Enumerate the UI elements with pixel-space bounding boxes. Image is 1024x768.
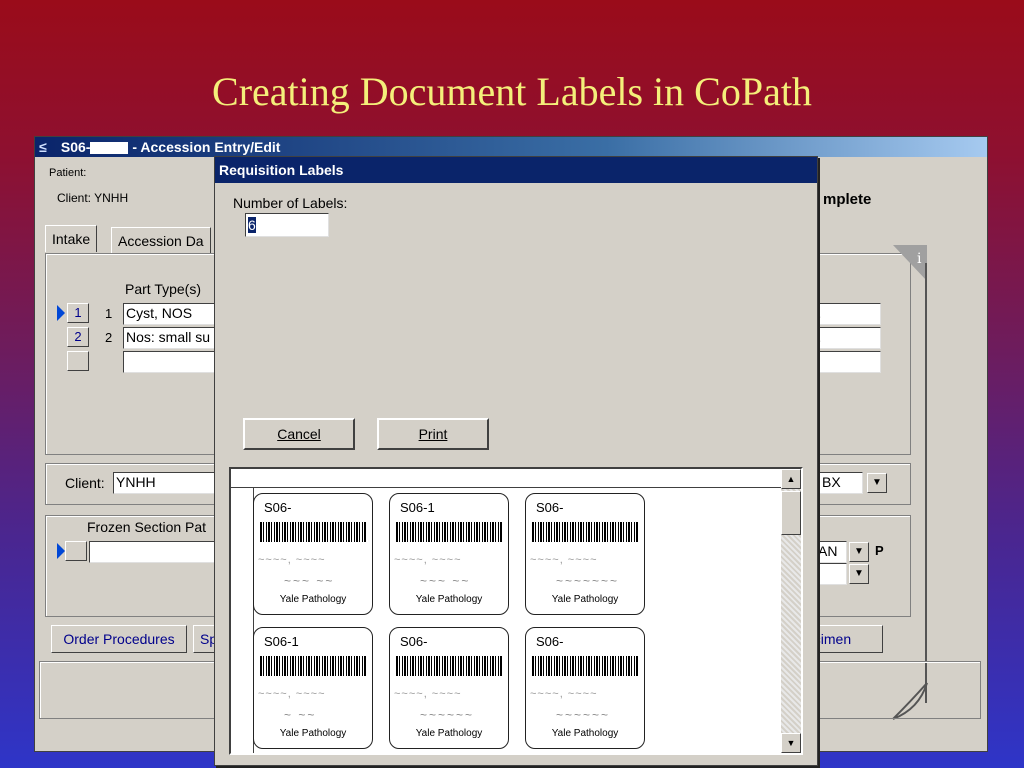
label-mrn-redacted: ~~~ ~~ [284,574,335,588]
patient-label: Patient: [49,167,87,179]
part-row-button-2[interactable]: 2 [67,327,89,347]
label-org: Yale Pathology [415,728,483,739]
tab-accession-data[interactable]: Accession Da [111,227,211,254]
client-header: Client: YNHH [57,191,128,205]
redaction-mask [90,142,129,155]
right-dropdown-3[interactable] [815,563,847,585]
frozen-section-field[interactable] [89,541,219,563]
label-card: S06-1 ~~~~, ~~~~ ~~~ ~~ Yale Pathology [389,493,509,615]
print-button-label: Print [418,426,448,442]
label-mrn-redacted: ~~~~~~ [556,708,611,722]
part-row-button-3[interactable] [67,351,89,371]
client-header-value: YNHH [94,191,129,205]
label-accession: S06- [536,634,564,649]
frozen-row-arrow-icon [57,543,65,559]
preview-scrollbar[interactable]: ▲ ▼ [781,469,801,753]
part-type-field-1[interactable]: Cyst, NOS [123,303,223,325]
label-card: S06- ~~~~, ~~~~ ~~~~~~ Yale Pathology [389,627,509,749]
order-procedures-button[interactable]: Order Procedures [51,625,187,653]
label-mrn-redacted: ~ ~~ [284,708,317,722]
number-of-labels-label: Number of Labels: [233,195,348,211]
label-name-redacted: ~~~~, ~~~~ [530,554,598,566]
barcode-icon [260,522,366,542]
part-row-button-1[interactable]: 1 [67,303,89,323]
window-title-suffix: - Accession Entry/Edit [128,139,281,155]
slide-title: Creating Document Labels in CoPath [212,69,812,114]
requisition-labels-dialog: Requisition Labels Number of Labels: 6 C… [214,156,818,766]
label-org: Yale Pathology [551,728,619,739]
label-mrn-redacted: ~~~ ~~ [420,574,471,588]
right-dropdown-2[interactable]: AN [815,541,847,563]
frozen-row-button[interactable] [65,541,87,561]
print-button[interactable]: Print [377,418,489,450]
label-preview[interactable]: S06- ~~~~, ~~~~ ~~~ ~~ Yale Pathology S0… [229,467,803,755]
right-dropdown-3-arrow-icon[interactable]: ▼ [849,564,869,584]
part-type-field-3[interactable] [123,351,223,373]
part-num-1: 1 [105,306,113,321]
status-text: mplete [823,191,872,208]
client-field-label: Client: [65,475,105,491]
cancel-button-label: Cancel [277,426,321,442]
preview-ruler [231,487,783,488]
barcode-icon [396,522,502,542]
label-name-redacted: ~~~~, ~~~~ [258,554,326,566]
client-header-label: Client: [57,191,92,205]
number-of-labels-value: 6 [248,217,256,233]
scroll-thumb[interactable] [781,491,801,535]
dialog-title: Requisition Labels [215,157,817,183]
info-corner[interactable]: i [893,245,927,281]
label-org: Yale Pathology [279,594,347,605]
number-of-labels-input[interactable]: 6 [245,213,329,237]
barcode-icon [260,656,366,676]
barcode-icon [396,656,502,676]
label-card: S06- ~~~~, ~~~~ ~~~~~~~ Yale Pathology [525,493,645,615]
right-dropdown-2-arrow-icon[interactable]: ▼ [849,542,869,562]
part-num-2: 2 [105,330,113,345]
frozen-section-label: Frozen Section Pat [87,519,207,535]
label-org: Yale Pathology [415,594,483,605]
label-mrn-redacted: ~~~~~~ [420,708,475,722]
window-title-prefix: S06- [60,139,91,155]
window-title-bar: ≤ S06- - Accession Entry/Edit [35,137,987,157]
tab-intake[interactable]: Intake [45,225,98,252]
label-org: Yale Pathology [551,594,619,605]
label-card: S06- ~~~~, ~~~~ ~~~ ~~ Yale Pathology [253,493,373,615]
label-name-redacted: ~~~~, ~~~~ [394,554,462,566]
label-mrn-redacted: ~~~~~~~ [556,574,620,588]
scroll-down-icon[interactable]: ▼ [781,733,801,753]
scroll-up-icon[interactable]: ▲ [781,469,801,489]
page-curl-edge [925,263,927,703]
part-type-field-2[interactable]: Nos: small su [123,327,223,349]
barcode-icon [532,656,638,676]
label-card: S06- ~~~~, ~~~~ ~~~~~~ Yale Pathology [525,627,645,749]
info-icon[interactable]: i [893,245,927,281]
label-org: Yale Pathology [279,728,347,739]
svg-text:i: i [917,251,922,267]
label-accession: S06-1 [264,634,299,649]
copath-logo-icon: ≤ [39,139,47,155]
right-p-label: P [875,543,884,558]
client-field[interactable]: YNHH [113,472,217,494]
part-types-header: Part Type(s) [125,281,201,297]
cancel-button[interactable]: Cancel [243,418,355,450]
label-name-redacted: ~~~~, ~~~~ [258,688,326,700]
label-accession: S06-1 [400,500,435,515]
label-name-redacted: ~~~~, ~~~~ [394,688,462,700]
label-card: S06-1 ~~~~, ~~~~ ~ ~~ Yale Pathology [253,627,373,749]
current-row-arrow-icon [57,305,65,321]
right-dropdown-1-arrow-icon[interactable]: ▼ [867,473,887,493]
barcode-icon [532,522,638,542]
label-accession: S06- [264,500,292,515]
label-accession: S06- [536,500,564,515]
label-accession: S06- [400,634,428,649]
label-name-redacted: ~~~~, ~~~~ [530,688,598,700]
